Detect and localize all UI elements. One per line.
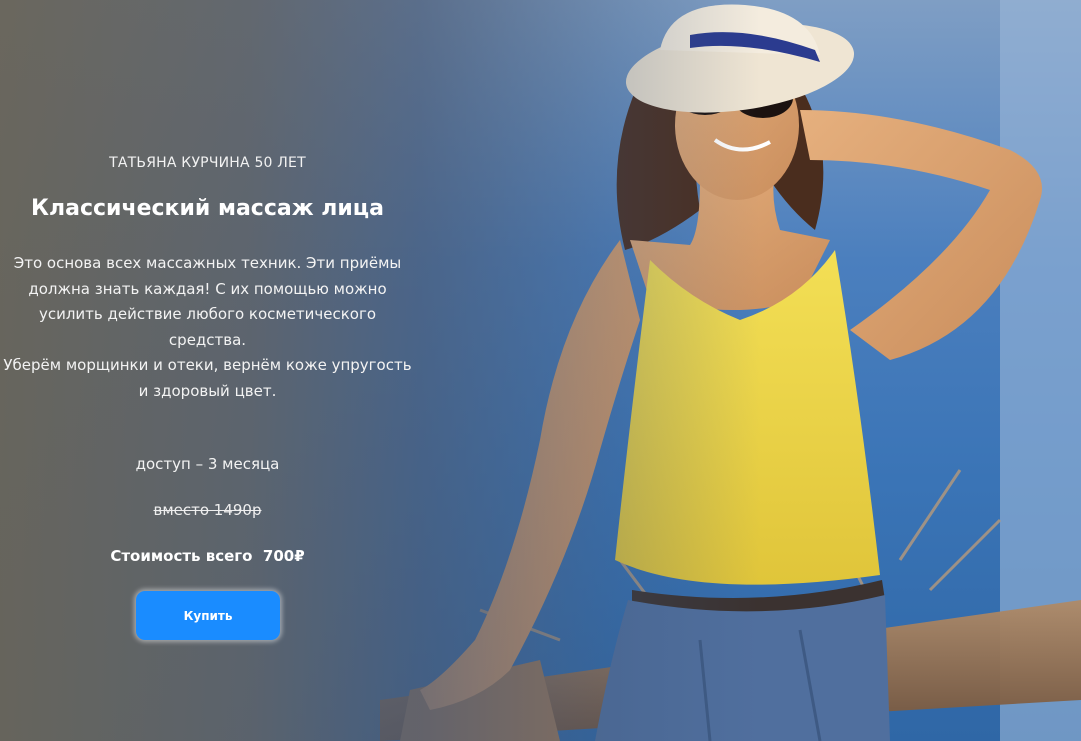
landing-hero: ТАТЬЯНА КУРЧИНА 50 ЛЕТ Классический масс… xyxy=(0,0,1081,741)
course-description: Это основа всех массажных техник. Эти пр… xyxy=(0,251,415,404)
old-price: вместо 1490р xyxy=(153,501,262,519)
buy-button[interactable]: Купить xyxy=(136,591,280,640)
description-line: и здоровый цвет. xyxy=(138,381,277,400)
access-duration: доступ – 3 месяца xyxy=(135,455,280,473)
description-line: Это основа всех массажных техник. Эти пр… xyxy=(13,254,402,272)
author-name: ТАТЬЯНА КУРЧИНА 50 ЛЕТ xyxy=(109,155,306,171)
description-line: усилить действие любого косметического xyxy=(38,305,377,323)
description-line: средства. xyxy=(168,330,247,349)
description-line: Уберём морщинки и отеки, вернём коже упр… xyxy=(3,356,412,374)
course-info-panel: ТАТЬЯНА КУРЧИНА 50 ЛЕТ Классический масс… xyxy=(0,0,415,741)
current-price: Стоимость всего 700₽ xyxy=(110,547,305,565)
course-title: Классический массаж лица xyxy=(31,196,384,221)
description-line: должна знать каждая! С их помощью можно xyxy=(28,279,387,298)
